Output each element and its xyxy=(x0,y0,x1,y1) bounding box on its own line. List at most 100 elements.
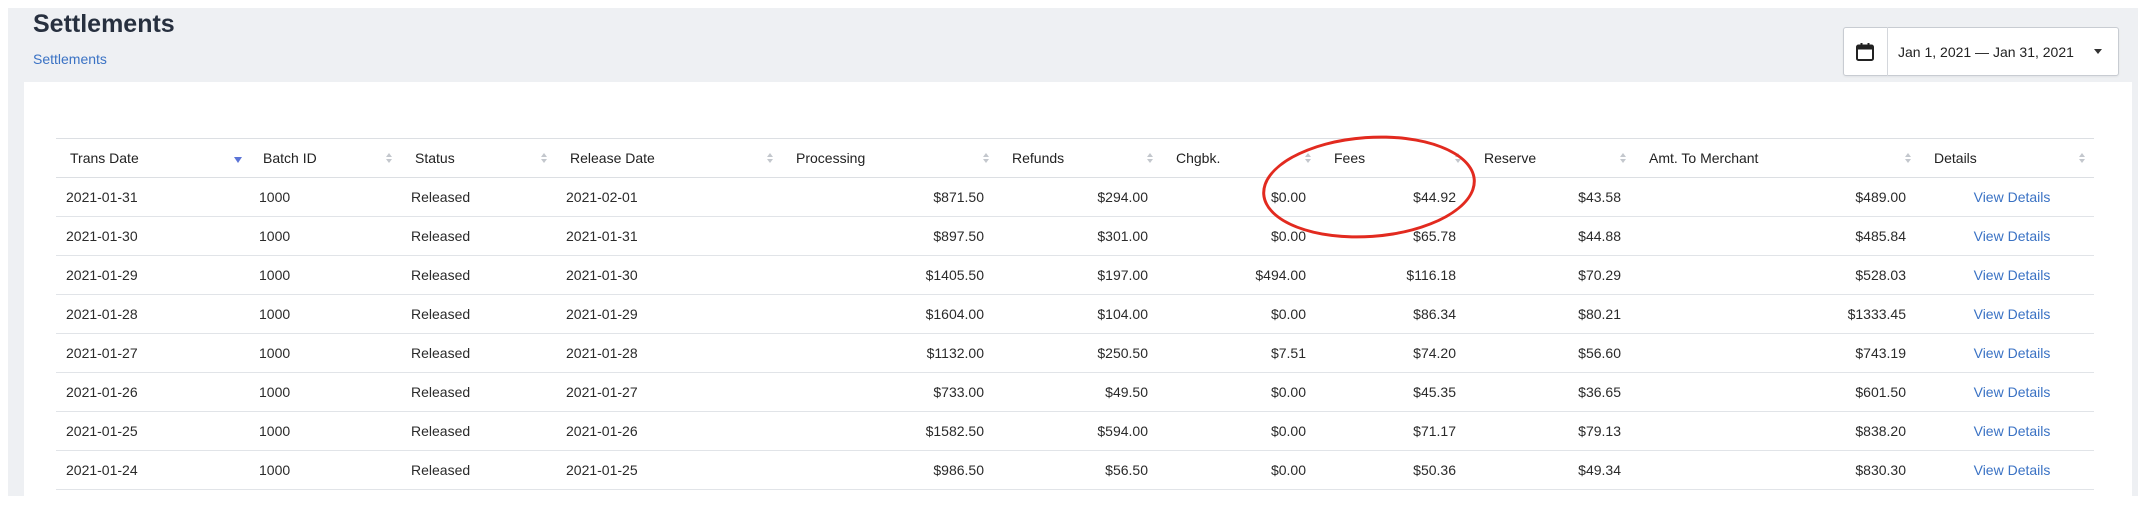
table-header-row: Trans Date Batch ID Status Release Date … xyxy=(56,138,2094,178)
sort-icon[interactable] xyxy=(386,153,393,165)
cell-status: Released xyxy=(401,216,556,256)
sort-icon[interactable] xyxy=(1147,153,1154,165)
sort-icon[interactable] xyxy=(1455,153,1462,165)
cell-amt-to-merchant: $1333.45 xyxy=(1635,294,1920,334)
cell-amt-to-merchant: $601.50 xyxy=(1635,372,1920,412)
cell-status: Released xyxy=(401,450,556,490)
cell-processing: $1582.50 xyxy=(782,411,998,451)
cell-trans-date: 2021-01-26 xyxy=(56,372,249,412)
page-title: Settlements xyxy=(33,10,175,38)
cell-refunds: $294.00 xyxy=(998,177,1162,217)
cell-details: View Details xyxy=(1920,372,2094,412)
column-header-trans-date[interactable]: Trans Date xyxy=(56,138,249,178)
cell-reserve: $43.58 xyxy=(1470,177,1635,217)
column-header-processing[interactable]: Processing xyxy=(782,138,998,178)
cell-batch-id: 1000 xyxy=(249,177,401,217)
cell-status: Released xyxy=(401,411,556,451)
cell-refunds: $56.50 xyxy=(998,450,1162,490)
cell-status: Released xyxy=(401,372,556,412)
cell-reserve: $49.34 xyxy=(1470,450,1635,490)
column-header-amt-to-merchant[interactable]: Amt. To Merchant xyxy=(1635,138,1920,178)
cell-release-date: 2021-01-29 xyxy=(556,294,782,334)
cell-batch-id: 1000 xyxy=(249,372,401,412)
date-range-picker[interactable]: Jan 1, 2021 — Jan 31, 2021 xyxy=(1843,27,2119,76)
sort-icon[interactable] xyxy=(2079,153,2086,165)
calendar-icon xyxy=(1856,42,1874,61)
cell-chgbk: $0.00 xyxy=(1162,294,1320,334)
sort-icon[interactable] xyxy=(983,153,990,165)
cell-refunds: $197.00 xyxy=(998,255,1162,295)
date-picker-divider xyxy=(1887,27,1888,76)
cell-processing: $986.50 xyxy=(782,450,998,490)
breadcrumb-settlements[interactable]: Settlements xyxy=(33,51,107,67)
view-details-link[interactable]: View Details xyxy=(1974,189,2051,205)
cell-fees: $86.34 xyxy=(1320,294,1470,334)
view-details-link[interactable]: View Details xyxy=(1974,462,2051,478)
cell-fees: $74.20 xyxy=(1320,333,1470,373)
column-header-refunds[interactable]: Refunds xyxy=(998,138,1162,178)
view-details-link[interactable]: View Details xyxy=(1974,423,2051,439)
cell-details: View Details xyxy=(1920,177,2094,217)
sort-desc-icon[interactable] xyxy=(234,153,242,165)
column-header-details[interactable]: Details xyxy=(1920,138,2094,178)
column-header-status[interactable]: Status xyxy=(401,138,556,178)
cell-release-date: 2021-01-28 xyxy=(556,333,782,373)
cell-chgbk: $0.00 xyxy=(1162,372,1320,412)
cell-refunds: $49.50 xyxy=(998,372,1162,412)
table-row: 2021-01-31 1000 Released 2021-02-01 $871.50 $… xyxy=(56,177,2094,217)
cell-batch-id: 1000 xyxy=(249,333,401,373)
column-header-batch-id[interactable]: Batch ID xyxy=(249,138,401,178)
cell-reserve: $79.13 xyxy=(1470,411,1635,451)
column-header-fees[interactable]: Fees xyxy=(1320,138,1470,178)
table-row: 2021-01-27 1000 Released 2021-01-28 $1132.00… xyxy=(56,333,2094,373)
cell-refunds: $301.00 xyxy=(998,216,1162,256)
table-row: 2021-01-30 1000 Released 2021-01-31 $897.50 $… xyxy=(56,216,2094,256)
table-row: 2021-01-29 1000 Released 2021-01-30 $1405.50… xyxy=(56,255,2094,295)
sort-icon[interactable] xyxy=(1620,153,1627,165)
view-details-link[interactable]: View Details xyxy=(1974,228,2051,244)
column-header-release-date[interactable]: Release Date xyxy=(556,138,782,178)
cell-details: View Details xyxy=(1920,216,2094,256)
cell-amt-to-merchant: $838.20 xyxy=(1635,411,1920,451)
cell-release-date: 2021-01-30 xyxy=(556,255,782,295)
cell-trans-date: 2021-01-28 xyxy=(56,294,249,334)
view-details-link[interactable]: View Details xyxy=(1974,267,2051,283)
cell-batch-id: 1000 xyxy=(249,450,401,490)
cell-status: Released xyxy=(401,255,556,295)
cell-refunds: $594.00 xyxy=(998,411,1162,451)
cell-release-date: 2021-01-31 xyxy=(556,216,782,256)
cell-amt-to-merchant: $489.00 xyxy=(1635,177,1920,217)
cell-reserve: $44.88 xyxy=(1470,216,1635,256)
cell-status: Released xyxy=(401,333,556,373)
chevron-down-icon[interactable] xyxy=(2094,49,2102,54)
cell-batch-id: 1000 xyxy=(249,255,401,295)
cell-status: Released xyxy=(401,177,556,217)
sort-icon[interactable] xyxy=(1305,153,1312,165)
sort-icon[interactable] xyxy=(541,153,548,165)
cell-processing: $1405.50 xyxy=(782,255,998,295)
cell-fees: $44.92 xyxy=(1320,177,1470,217)
cell-reserve: $70.29 xyxy=(1470,255,1635,295)
cell-release-date: 2021-01-25 xyxy=(556,450,782,490)
cell-trans-date: 2021-01-24 xyxy=(56,450,249,490)
sort-icon[interactable] xyxy=(767,153,774,165)
table-row: 2021-01-25 1000 Released 2021-01-26 $1582.50… xyxy=(56,411,2094,451)
view-details-link[interactable]: View Details xyxy=(1974,306,2051,322)
column-header-reserve[interactable]: Reserve xyxy=(1470,138,1635,178)
cell-amt-to-merchant: $528.03 xyxy=(1635,255,1920,295)
column-header-chgbk[interactable]: Chgbk. xyxy=(1162,138,1320,178)
table-row: 2021-01-26 1000 Released 2021-01-27 $733.00 $… xyxy=(56,372,2094,412)
cell-amt-to-merchant: $830.30 xyxy=(1635,450,1920,490)
cell-chgbk: $0.00 xyxy=(1162,216,1320,256)
cell-fees: $45.35 xyxy=(1320,372,1470,412)
sort-icon[interactable] xyxy=(1905,153,1912,165)
cell-processing: $733.00 xyxy=(782,372,998,412)
view-details-link[interactable]: View Details xyxy=(1974,345,2051,361)
cell-amt-to-merchant: $485.84 xyxy=(1635,216,1920,256)
cell-chgbk: $0.00 xyxy=(1162,450,1320,490)
cell-reserve: $36.65 xyxy=(1470,372,1635,412)
cell-release-date: 2021-01-27 xyxy=(556,372,782,412)
cell-trans-date: 2021-01-27 xyxy=(56,333,249,373)
view-details-link[interactable]: View Details xyxy=(1974,384,2051,400)
date-range-label: Jan 1, 2021 — Jan 31, 2021 xyxy=(1898,43,2074,60)
